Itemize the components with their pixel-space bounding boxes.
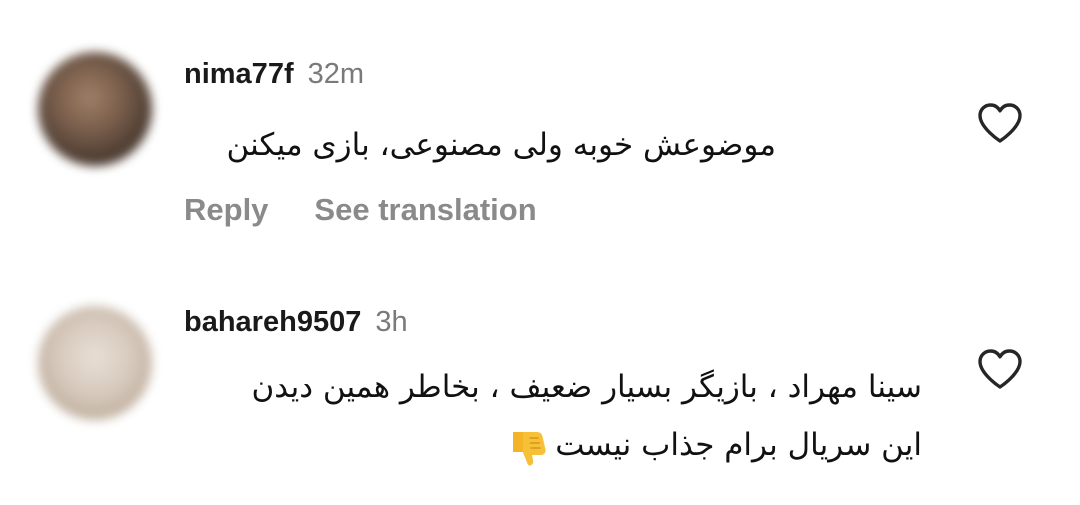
like-button[interactable] bbox=[976, 347, 1024, 391]
heart-icon bbox=[978, 349, 1022, 389]
comment-item: bahareh9507 3h سینا مهراد ، بازیگر بسیار… bbox=[0, 0, 1080, 505]
timestamp: 3h bbox=[375, 306, 408, 338]
avatar[interactable] bbox=[38, 306, 152, 420]
thumbs-down-icon bbox=[507, 426, 549, 468]
comment-text: سینا مهراد ، بازیگر بسیار ضعیف ، بخاطر ه… bbox=[252, 362, 922, 470]
username[interactable]: bahareh9507 bbox=[184, 306, 361, 339]
comment-text-line-2: این سریال برام جذاب نیست bbox=[252, 420, 922, 470]
comment-meta: bahareh9507 3h bbox=[184, 306, 408, 339]
comment-text-line: سینا مهراد ، بازیگر بسیار ضعیف ، بخاطر ه… bbox=[251, 369, 922, 405]
comment-text-line-content: این سریال برام جذاب نیست bbox=[555, 427, 922, 463]
